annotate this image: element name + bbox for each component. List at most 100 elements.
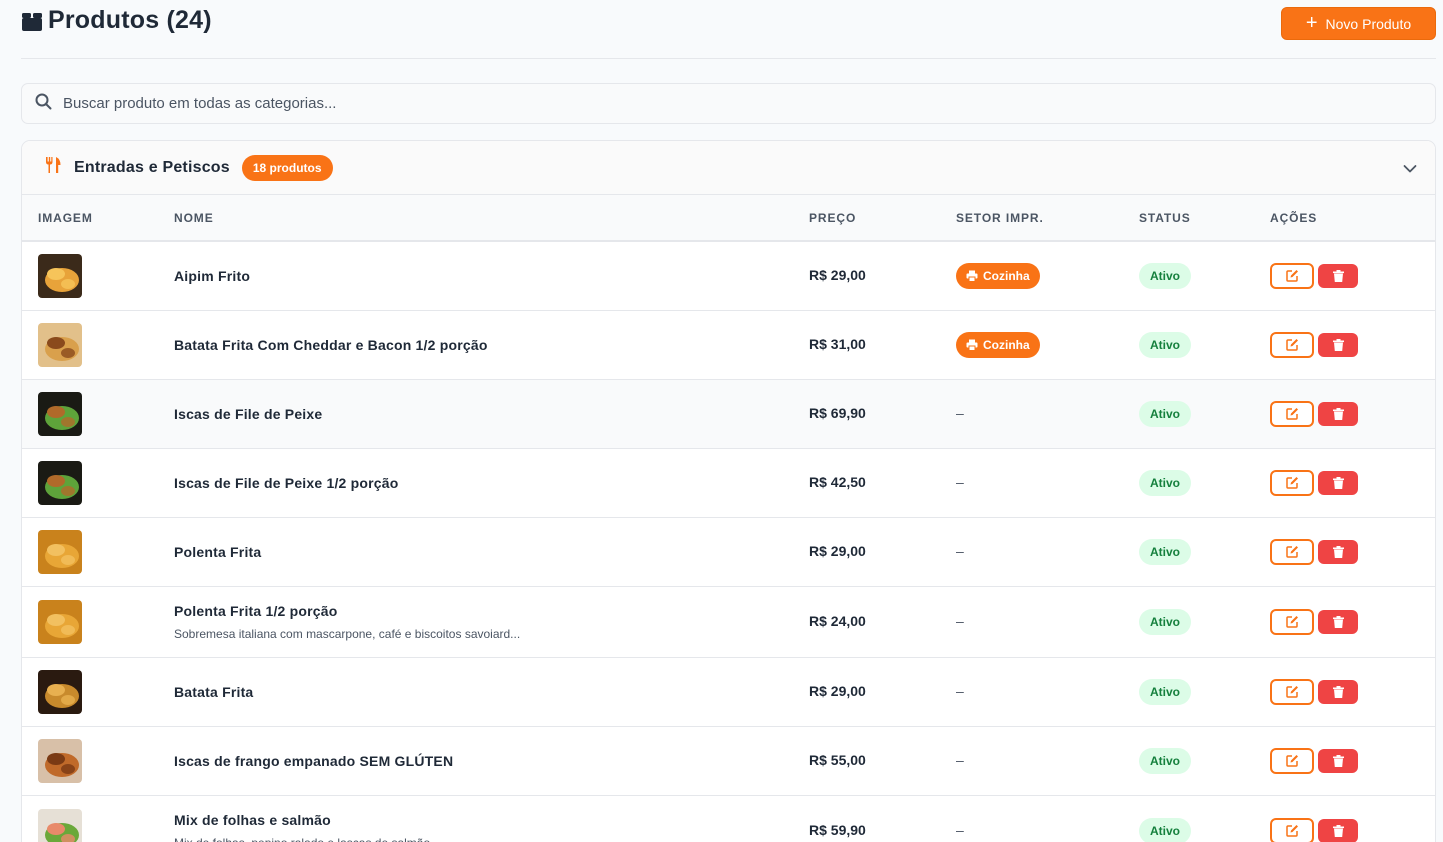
column-header-price: PREÇO (809, 210, 857, 225)
sector-empty: – (956, 751, 964, 768)
delete-button[interactable] (1318, 818, 1358, 842)
search-input[interactable] (63, 95, 963, 112)
edit-button[interactable] (1270, 608, 1314, 635)
sector-label: Cozinha (983, 268, 1030, 283)
product-price: R$ 69,90 (809, 404, 866, 421)
edit-icon (1285, 616, 1298, 628)
column-header-sector: SETOR IMPR. (956, 210, 1044, 225)
product-name: Iscas de File de Peixe (174, 405, 323, 422)
category-count-badge: 18 produtos (241, 154, 333, 181)
product-price: R$ 29,00 (809, 682, 866, 699)
delete-button[interactable] (1318, 539, 1358, 564)
product-image (38, 599, 174, 644)
table-header-row: IMAGEM NOME PREÇO SETOR IMPR. STATUS AÇÕ… (22, 195, 1435, 241)
chevron-down-icon[interactable] (1403, 161, 1417, 179)
product-name: Polenta Frita 1/2 porção (174, 602, 338, 619)
sector-empty: – (956, 612, 964, 629)
title-wrap: Produtos (24) (21, 6, 212, 35)
delete-button[interactable] (1318, 332, 1358, 357)
product-image (38, 460, 174, 505)
sector-empty: – (956, 473, 964, 490)
delete-button[interactable] (1318, 679, 1358, 704)
edit-icon (1285, 408, 1298, 420)
edit-icon (1285, 339, 1298, 351)
printer-icon (966, 270, 978, 282)
product-name: Batata Frita (174, 683, 254, 700)
table-row: Iscas de File de Peixe 1/2 porção R$ 42,5… (22, 448, 1435, 517)
trash-icon (1332, 615, 1344, 628)
sector-badge: Cozinha (956, 262, 1040, 289)
delete-button[interactable] (1318, 470, 1358, 495)
table-row: Iscas de File de Peixe R$ 69,90 – Ativo (22, 379, 1435, 448)
row-actions (1270, 608, 1435, 635)
trash-icon (1332, 476, 1344, 489)
sector-empty: – (956, 404, 964, 421)
edit-button[interactable] (1270, 262, 1314, 289)
product-image (38, 322, 174, 367)
new-product-button[interactable]: + Novo Produto (1281, 7, 1436, 40)
product-image (38, 253, 174, 298)
sector-empty: – (956, 682, 964, 699)
new-product-label: Novo Produto (1325, 15, 1412, 32)
row-actions (1270, 331, 1435, 358)
product-image (38, 808, 174, 842)
product-name: Aipim Frito (174, 267, 251, 284)
delete-button[interactable] (1318, 263, 1358, 288)
table-row: Iscas de frango empanado SEM GLÚTEN R$ 55… (22, 726, 1435, 795)
table-row: Batata Frita Com Cheddar e Bacon 1/2 por… (22, 310, 1435, 379)
status-badge: Ativo (1139, 608, 1191, 635)
edit-button[interactable] (1270, 747, 1314, 774)
product-image (38, 391, 174, 436)
product-price: R$ 29,00 (809, 266, 866, 283)
category-title: Entradas e Petiscos (74, 158, 230, 176)
status-badge: Ativo (1139, 678, 1191, 705)
delete-button[interactable] (1318, 401, 1358, 426)
sector-empty: – (956, 821, 964, 838)
table-row: Aipim Frito R$ 29,00 Cozinha Ativo (22, 241, 1435, 310)
row-actions (1270, 400, 1435, 427)
edit-button[interactable] (1270, 400, 1314, 427)
products-table: IMAGEM NOME PREÇO SETOR IMPR. STATUS AÇÕ… (22, 195, 1435, 842)
product-name: Iscas de frango empanado SEM GLÚTEN (174, 752, 454, 769)
delete-button[interactable] (1318, 748, 1358, 773)
row-actions (1270, 747, 1435, 774)
delete-button[interactable] (1318, 609, 1358, 634)
edit-icon (1285, 686, 1298, 698)
product-price: R$ 42,50 (809, 473, 866, 490)
status-badge: Ativo (1139, 262, 1191, 289)
utensils-icon (44, 156, 62, 179)
trash-icon (1332, 685, 1344, 698)
category-panel: Entradas e Petiscos 18 produtos IMAGEM N… (21, 140, 1436, 842)
product-image (38, 529, 174, 574)
sector-label: Cozinha (983, 337, 1030, 352)
edit-button[interactable] (1270, 817, 1314, 842)
page-header: Produtos (24) + Novo Produto (21, 0, 1436, 59)
edit-icon (1285, 825, 1298, 837)
status-badge: Ativo (1139, 538, 1191, 565)
product-name: Polenta Frita (174, 543, 262, 560)
table-row: Batata Frita R$ 29,00 – Ativo (22, 657, 1435, 726)
trash-icon (1332, 269, 1344, 282)
column-header-image: IMAGEM (38, 210, 93, 225)
product-name: Mix de folhas e salmão (174, 811, 331, 828)
edit-button[interactable] (1270, 469, 1314, 496)
product-description: Mix de folhas, pepino ralado e lascas de… (174, 836, 809, 842)
edit-button[interactable] (1270, 538, 1314, 565)
sector-empty: – (956, 542, 964, 559)
column-header-status: STATUS (1139, 210, 1191, 225)
sector-badge: Cozinha (956, 331, 1040, 358)
column-header-actions: AÇÕES (1270, 210, 1318, 225)
plus-icon: + (1305, 11, 1318, 34)
row-actions (1270, 817, 1435, 842)
table-row: Mix de folhas e salmão Mix de folhas, pep… (22, 795, 1435, 842)
edit-icon (1285, 270, 1298, 282)
product-price: R$ 59,90 (809, 821, 866, 838)
edit-button[interactable] (1270, 678, 1314, 705)
edit-button[interactable] (1270, 331, 1314, 358)
trash-icon (1332, 824, 1344, 837)
page-title: Produtos (24) (48, 6, 212, 34)
search-bar[interactable] (21, 83, 1436, 124)
column-header-name: NOME (174, 210, 214, 225)
category-header[interactable]: Entradas e Petiscos 18 produtos (22, 141, 1435, 195)
edit-icon (1285, 755, 1298, 767)
